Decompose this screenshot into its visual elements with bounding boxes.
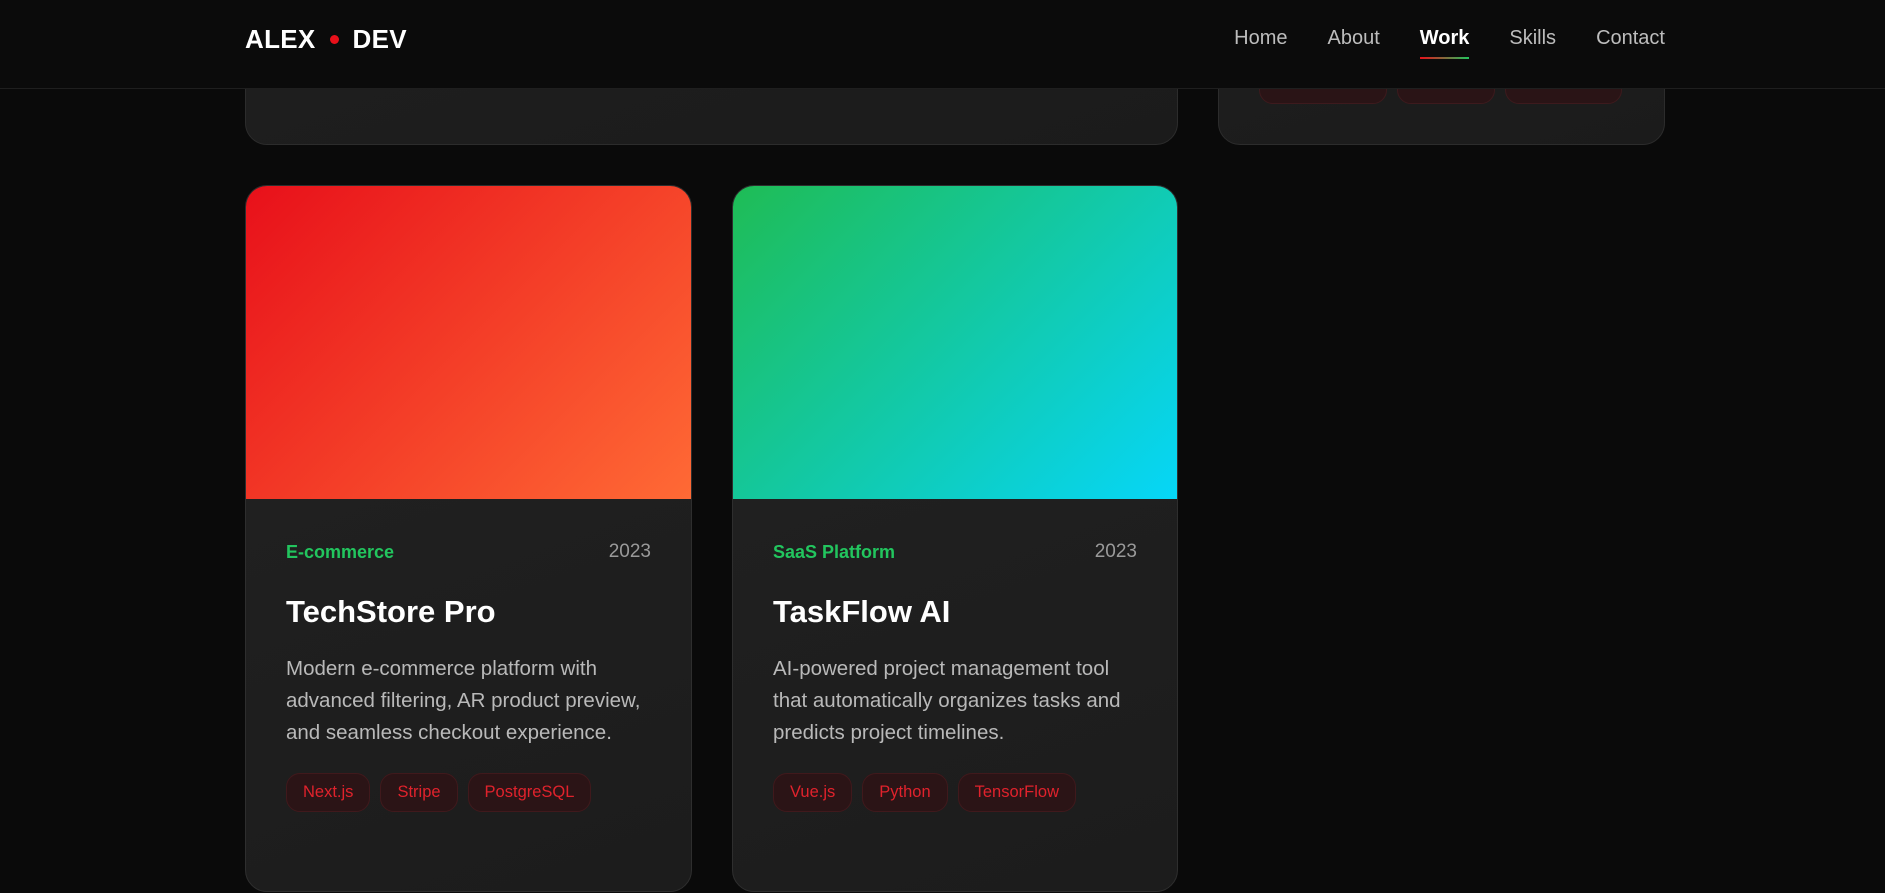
nav-about[interactable]: About: [1327, 27, 1379, 50]
project-description: Modern e-commerce platform with advanced…: [286, 657, 641, 744]
project-title: TaskFlow AI: [773, 594, 951, 629]
project-card[interactable]: SaaS Platform 2023 TaskFlow AI AI-powere…: [732, 185, 1178, 892]
site-header: ALEX DEV Home About Work Skills Contact: [0, 0, 1885, 89]
project-year: 2023: [608, 541, 651, 562]
nav-work[interactable]: Work: [1419, 27, 1469, 59]
nav-contact[interactable]: Contact: [1596, 27, 1665, 50]
project-description: AI-powered project management tool that …: [773, 657, 1121, 744]
tech-tag: PostgreSQL: [467, 773, 592, 812]
logo-dot-icon: [329, 35, 339, 44]
tech-tag: Python: [862, 773, 948, 812]
tech-tag: Next.js: [286, 773, 371, 812]
tag-list: Next.js Stripe PostgreSQL: [286, 773, 651, 812]
tech-tag: Stripe: [380, 773, 458, 812]
project-title: TechStore Pro: [286, 594, 496, 629]
project-category: SaaS Platform: [773, 541, 896, 562]
tech-tag: Vue.js: [773, 773, 853, 812]
logo-text-right: DEV: [352, 24, 407, 54]
nav-skills[interactable]: Skills: [1509, 27, 1556, 50]
logo-text-left: ALEX: [245, 24, 316, 54]
project-year: 2023: [1094, 541, 1137, 562]
project-category: E-commerce: [286, 541, 395, 562]
project-thumbnail[interactable]: [733, 186, 1177, 499]
nav-home[interactable]: Home: [1234, 27, 1287, 50]
main-nav: Home About Work Skills Contact: [1234, 27, 1665, 59]
project-card[interactable]: E-commerce 2023 TechStore Pro Modern e-c…: [245, 185, 692, 892]
page: E-commerce 2023 TechStore Pro Modern e-c…: [0, 0, 1885, 893]
project-thumbnail[interactable]: [246, 186, 691, 499]
tech-tag: TensorFlow: [957, 773, 1076, 812]
logo[interactable]: ALEX DEV: [245, 24, 407, 55]
tag-list: Vue.js Python TensorFlow: [773, 773, 1137, 812]
